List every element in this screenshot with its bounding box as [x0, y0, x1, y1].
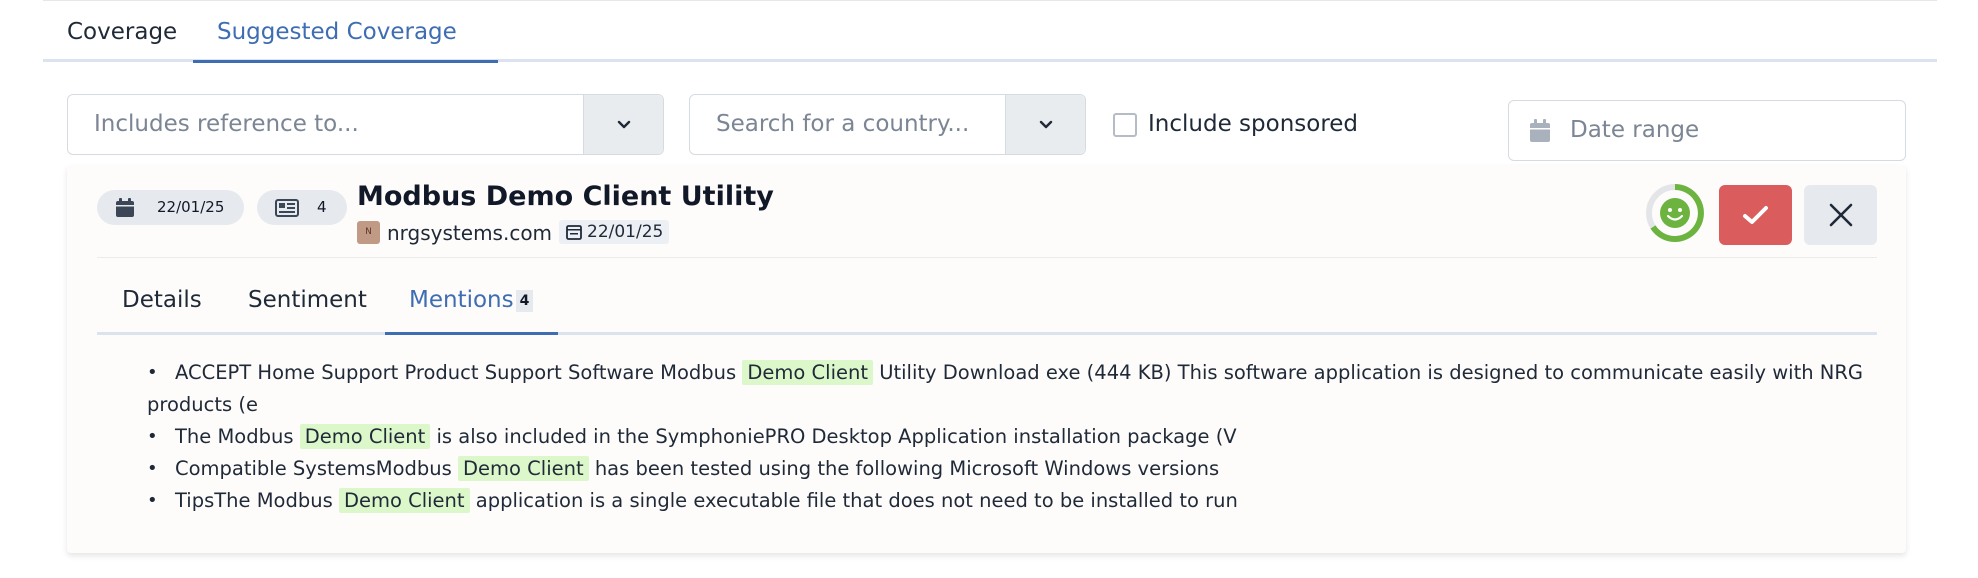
tab-mentions[interactable]: Mentions 4 [385, 265, 558, 335]
source-domain[interactable]: nrgsystems.com [387, 219, 552, 247]
list-item: Compatible SystemsModbus Demo Client has… [147, 453, 1887, 485]
smiley-face-icon[interactable] [1645, 183, 1705, 243]
reference-placeholder: Includes reference to... [94, 111, 359, 137]
highlight-term: Demo Client [299, 424, 431, 449]
include-sponsored-label[interactable]: Include sponsored [1148, 106, 1358, 142]
mention-text-before: TipsThe Modbus [175, 489, 333, 512]
highlight-term: Demo Client [742, 360, 873, 385]
list-item: ACCEPT Home Support Product Support Soft… [147, 357, 1887, 421]
article-tabs: Details Sentiment Mentions 4 [97, 265, 1877, 335]
reject-button[interactable] [1804, 185, 1877, 245]
calendar-icon [116, 198, 134, 217]
tab-sentiment[interactable]: Sentiment [248, 265, 367, 335]
tab-details[interactable]: Details [122, 265, 202, 335]
chevron-down-icon [1039, 120, 1053, 129]
reference-select[interactable]: Includes reference to... [67, 94, 664, 155]
mentions-count-pill: 4 [257, 190, 347, 225]
mention-text-after: has been tested using the following Micr… [594, 457, 1220, 480]
tab-mentions-label: Mentions [409, 287, 514, 313]
mention-text-after: is also included in the SymphoniePRO Des… [436, 425, 1237, 448]
calendar-icon [1530, 119, 1550, 142]
mentions-badge: 4 [515, 290, 534, 312]
date-range-input[interactable]: Date range [1508, 100, 1906, 161]
mention-text-after: application is a single executable file … [475, 489, 1238, 512]
source-favicon: N [357, 221, 380, 244]
list-item: TipsThe Modbus Demo Client application i… [147, 485, 1887, 517]
calendar-icon [566, 225, 582, 240]
mentions-count-value: 4 [317, 198, 327, 216]
close-icon [1829, 203, 1853, 227]
mention-text-before: Compatible SystemsModbus [175, 457, 452, 480]
highlight-term: Demo Client [338, 488, 470, 513]
country-placeholder: Search for a country... [716, 111, 970, 137]
country-select[interactable]: Search for a country... [689, 94, 1086, 155]
mention-text-continuation: products (e [147, 393, 258, 416]
date-pill: 22/01/25 [97, 190, 244, 225]
tab-suggested-coverage[interactable]: Suggested Coverage [193, 1, 498, 63]
country-dropdown-toggle[interactable] [1005, 95, 1085, 154]
mention-text-before: The Modbus [175, 425, 294, 448]
article-title[interactable]: Modbus Demo Client Utility [357, 181, 774, 212]
mention-text-after: Utility Download exe (444 KB) This softw… [879, 361, 1864, 384]
list-item: The Modbus Demo Client is also included … [147, 421, 1887, 453]
coverage-tabs: Coverage Suggested Coverage [43, 0, 1937, 63]
card-divider [97, 257, 1877, 258]
mentions-list: ACCEPT Home Support Product Support Soft… [147, 357, 1887, 517]
reference-dropdown-toggle[interactable] [583, 95, 663, 154]
date-range-placeholder: Date range [1570, 117, 1700, 143]
coverage-card: 22/01/25 4 Modbus Demo Client Utility N … [67, 165, 1906, 553]
include-sponsored-checkbox[interactable] [1113, 113, 1137, 137]
published-date-value: 22/01/25 [587, 222, 664, 242]
check-icon [1743, 206, 1768, 224]
chevron-down-icon [617, 120, 631, 129]
mention-text-before: ACCEPT Home Support Product Support Soft… [175, 361, 737, 384]
tab-coverage[interactable]: Coverage [43, 1, 193, 63]
published-date: 22/01/25 [559, 220, 670, 244]
date-pill-value: 22/01/25 [157, 198, 225, 216]
accept-button[interactable] [1719, 185, 1792, 245]
newspaper-icon [275, 199, 299, 217]
highlight-term: Demo Client [458, 456, 589, 481]
